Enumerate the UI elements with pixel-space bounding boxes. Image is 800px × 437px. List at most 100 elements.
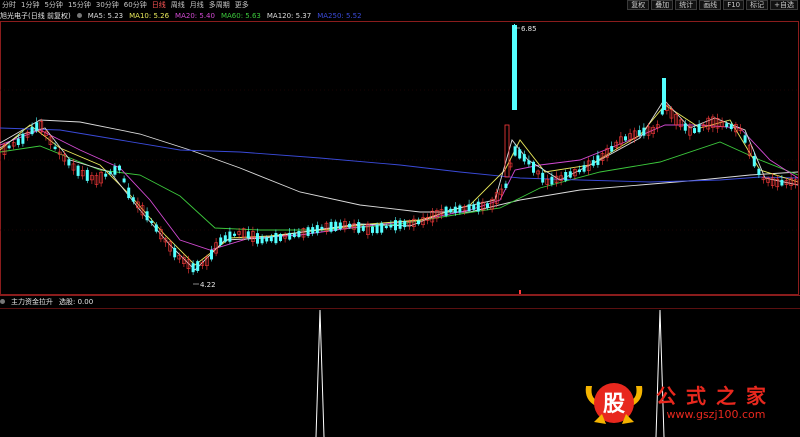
candle-body bbox=[131, 197, 135, 202]
event-marker bbox=[519, 290, 521, 294]
candle-body bbox=[467, 204, 471, 212]
candle-body bbox=[504, 183, 508, 189]
candle-body bbox=[108, 171, 112, 174]
kline-chart[interactable]: 6.85 4.22 bbox=[0, 0, 800, 437]
candle-body bbox=[320, 226, 324, 230]
candle-body bbox=[693, 128, 696, 133]
candle-body bbox=[729, 124, 733, 130]
candle-body bbox=[30, 127, 34, 135]
high-candle-body bbox=[512, 25, 517, 110]
candle-body bbox=[127, 187, 131, 199]
candle-body bbox=[292, 233, 296, 238]
ma-label-3: MA60: 5.63 bbox=[220, 12, 261, 20]
candle-body bbox=[85, 169, 89, 181]
candle-body bbox=[375, 224, 379, 234]
candle-body bbox=[780, 179, 784, 186]
candle-body bbox=[637, 130, 641, 136]
watermark-title: 公式之家 bbox=[656, 384, 776, 408]
candle-body bbox=[16, 138, 20, 146]
candle-body bbox=[311, 227, 315, 234]
candle-body bbox=[522, 154, 526, 162]
candle-body bbox=[541, 172, 545, 183]
candle-body bbox=[223, 235, 227, 242]
candle-body bbox=[458, 205, 462, 213]
candle-body bbox=[472, 204, 476, 210]
candle-body bbox=[752, 156, 756, 167]
watermark-url: www.gszj100.com bbox=[666, 408, 766, 421]
settings-icon[interactable] bbox=[76, 13, 82, 18]
ma-label-2: MA20: 5.40 bbox=[175, 12, 215, 20]
candle-body bbox=[279, 233, 282, 241]
candle-body bbox=[486, 203, 489, 208]
indicator-value: 选股: 0.00 bbox=[59, 298, 94, 306]
candle-body bbox=[550, 176, 554, 185]
candle-body bbox=[113, 166, 117, 175]
candle-body bbox=[642, 127, 646, 136]
candle-body bbox=[568, 171, 572, 178]
ma-curve-1 bbox=[0, 141, 799, 231]
candle-body bbox=[338, 222, 342, 229]
candle-body bbox=[564, 172, 568, 181]
candle-body bbox=[476, 201, 480, 212]
ma-label-5: MA250: 5.52 bbox=[317, 12, 362, 20]
candle-body bbox=[329, 221, 333, 232]
candle-body bbox=[228, 231, 232, 242]
candle-body bbox=[67, 159, 71, 166]
candle-body bbox=[154, 224, 158, 232]
indicator-settings-icon[interactable] bbox=[0, 299, 5, 304]
candle-body bbox=[417, 220, 420, 225]
indicator-title: 主力资金拉升 bbox=[11, 298, 53, 306]
candle-body bbox=[527, 160, 531, 165]
ma-legend: 旭光电子(日线 前复权) MA5: 5.23 MA10: 5.26 MA20: 5.… bbox=[0, 11, 362, 21]
candle-body bbox=[660, 109, 664, 115]
candle-body bbox=[104, 173, 108, 177]
candle-body bbox=[513, 146, 517, 156]
candle-body bbox=[256, 233, 259, 244]
candle-body bbox=[173, 247, 177, 258]
candle-body bbox=[288, 232, 292, 240]
candle-body bbox=[532, 161, 535, 173]
candle-body bbox=[444, 206, 448, 216]
candle-body bbox=[21, 133, 25, 144]
candle-body bbox=[591, 160, 595, 166]
candle-body bbox=[35, 122, 39, 131]
high-price-label: 6.85 bbox=[521, 25, 537, 33]
logo-char: 股 bbox=[603, 392, 625, 417]
candle-body bbox=[265, 237, 269, 242]
ma-curve-2 bbox=[0, 127, 799, 183]
candle-body bbox=[196, 261, 200, 271]
candle-body bbox=[219, 237, 223, 245]
candle-body bbox=[233, 233, 236, 236]
candle-body bbox=[7, 145, 11, 149]
candle-body bbox=[145, 211, 149, 221]
candle-body bbox=[297, 230, 301, 238]
candle-body bbox=[398, 220, 402, 229]
candle-body bbox=[582, 165, 586, 172]
candle-body bbox=[371, 226, 374, 233]
candle-body bbox=[380, 223, 384, 233]
ma-curve-3 bbox=[0, 124, 799, 251]
candle-body bbox=[150, 220, 154, 224]
candle-body bbox=[596, 155, 600, 165]
candle-body bbox=[334, 221, 338, 231]
candle-body bbox=[757, 168, 761, 176]
candle-body bbox=[389, 224, 393, 228]
main-panel-border bbox=[0, 21, 799, 295]
candle-body bbox=[578, 169, 581, 173]
candle-body bbox=[306, 227, 310, 236]
candle-body bbox=[357, 222, 361, 233]
candle-body bbox=[260, 236, 264, 244]
ma-label-4: MA120: 5.37 bbox=[266, 12, 312, 20]
signal-spike-0 bbox=[315, 309, 325, 437]
candle-body bbox=[697, 124, 701, 133]
candle-body bbox=[610, 146, 614, 152]
indicator-legend: 主力资金拉升 选股: 0.00 bbox=[0, 297, 93, 307]
candle-body bbox=[384, 226, 388, 229]
candle-body bbox=[76, 165, 80, 176]
candle-body bbox=[118, 165, 121, 171]
low-price-label: 4.22 bbox=[200, 281, 216, 289]
candle-body bbox=[274, 232, 278, 244]
peak-candle-body bbox=[662, 78, 666, 110]
candle-body bbox=[246, 231, 250, 239]
candle-body bbox=[361, 225, 365, 231]
